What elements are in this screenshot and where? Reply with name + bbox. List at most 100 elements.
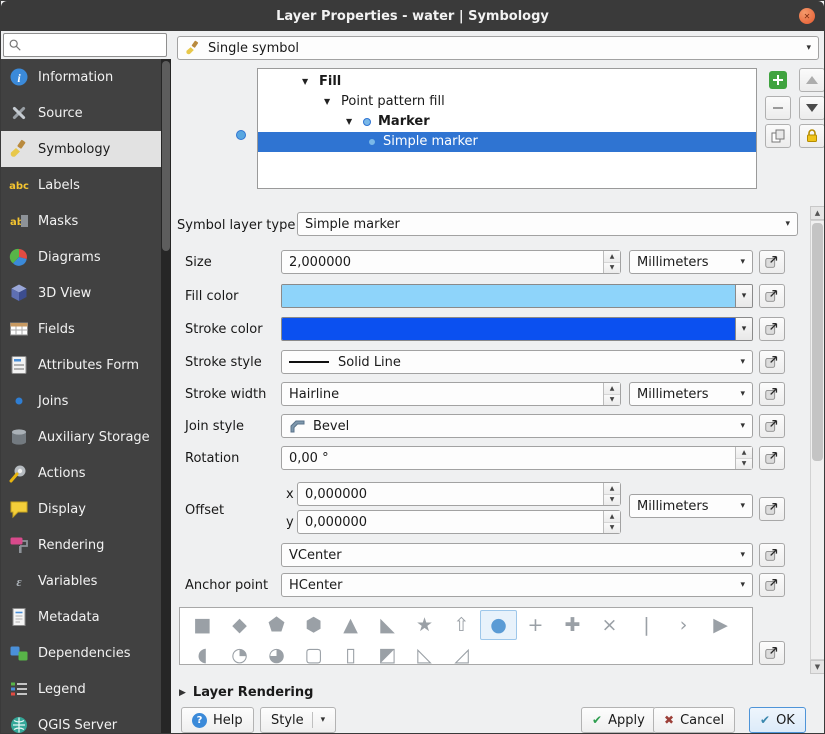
shape-diamond[interactable]: ◆ [221, 610, 258, 640]
spin-up-icon[interactable]: ▲ [604, 383, 620, 395]
remove-symbol-layer-button[interactable] [765, 96, 791, 120]
stroke-color-button[interactable]: ▾ [281, 317, 753, 341]
sidebar-item-dependencies[interactable]: Dependencies [1, 635, 161, 671]
anchor-vertical-data-defined-button[interactable] [759, 543, 785, 567]
shape-circle[interactable]: ● [480, 610, 517, 640]
sidebar-item-actions[interactable]: Actions [1, 455, 161, 491]
shape-line[interactable]: | [628, 610, 665, 640]
rotation-spinner[interactable]: ▲ ▼ [735, 447, 752, 469]
offset-data-defined-button[interactable] [759, 497, 785, 521]
move-up-button[interactable] [799, 68, 824, 92]
shape-filled-arrowhead[interactable]: ▶ [702, 610, 739, 640]
shape-star[interactable]: ★ [406, 610, 443, 640]
fill-color-data-defined-button[interactable] [759, 284, 785, 308]
sidebar-item-display[interactable]: Display [1, 491, 161, 527]
tree-item-point-pattern-fill[interactable]: ▼ Point pattern fill [258, 92, 756, 112]
chevron-down-icon[interactable]: ▾ [321, 715, 326, 725]
sidebar-item-labels[interactable]: abc Labels [1, 167, 161, 203]
sidebar-item-metadata[interactable]: Metadata [1, 599, 161, 635]
shape-cross-fill[interactable]: ✚ [554, 610, 591, 640]
cancel-button[interactable]: ✖ Cancel [653, 707, 736, 733]
sidebar-item-3d-view[interactable]: 3D View [1, 275, 161, 311]
ok-button[interactable]: ✔ OK [749, 707, 806, 733]
expander-icon[interactable]: ▼ [346, 117, 352, 126]
size-input[interactable]: 2,000000 ▲ ▼ [281, 250, 621, 274]
close-button[interactable]: ✕ [799, 8, 815, 24]
tree-item-fill[interactable]: ▼ Fill [258, 72, 756, 92]
shape-cross2[interactable]: × [591, 610, 628, 640]
sidebar-item-source[interactable]: Source [1, 95, 161, 131]
shapes-data-defined-button[interactable] [759, 641, 785, 665]
shape-half-square[interactable]: ▯ [332, 640, 369, 664]
sidebar-item-joins[interactable]: Joins [1, 383, 161, 419]
size-data-defined-button[interactable] [759, 250, 785, 274]
spin-up-icon[interactable]: ▲ [604, 483, 620, 495]
chevron-down-icon[interactable]: ▾ [735, 318, 752, 340]
sidebar-item-information[interactable]: i Information [1, 59, 161, 95]
shape-cross[interactable]: + [517, 610, 554, 640]
lock-colors-button[interactable] [799, 124, 824, 148]
sidebar-item-rendering[interactable]: Rendering [1, 527, 161, 563]
offset-unit-select[interactable]: Millimeters ▾ [629, 494, 753, 518]
search-box[interactable] [3, 33, 167, 57]
tree-item-marker[interactable]: ▼ Marker [258, 112, 756, 132]
scroll-up-button[interactable]: ▲ [810, 206, 824, 220]
sidebar-item-auxiliary-storage[interactable]: Auxiliary Storage [1, 419, 161, 455]
offset-y-spinner[interactable]: ▲ ▼ [603, 511, 620, 533]
spin-up-icon[interactable]: ▲ [604, 511, 620, 523]
sidebar-search-input[interactable] [22, 36, 162, 54]
shape-triangle[interactable]: ▲ [332, 610, 369, 640]
sidebar-item-attributes-form[interactable]: Attributes Form [1, 347, 161, 383]
style-button[interactable]: Style ▾ [260, 707, 337, 733]
shape-left-half-triangle[interactable]: ◿ [443, 640, 480, 664]
sidebar-scrollbar-thumb[interactable] [162, 61, 170, 251]
sidebar-item-symbology[interactable]: Symbology [1, 131, 161, 167]
stroke-width-input[interactable]: Hairline ▲ ▼ [281, 382, 621, 406]
shape-right-half-triangle[interactable]: ◺ [406, 640, 443, 664]
stroke-width-spinner[interactable]: ▲ ▼ [603, 383, 620, 405]
spin-up-icon[interactable]: ▲ [736, 447, 752, 459]
rotation-data-defined-button[interactable] [759, 446, 785, 470]
spin-down-icon[interactable]: ▼ [604, 494, 620, 505]
shape-hexagon[interactable]: ⬢ [295, 610, 332, 640]
sidebar-item-diagrams[interactable]: Diagrams [1, 239, 161, 275]
size-spinner[interactable]: ▲ ▼ [603, 251, 620, 273]
shape-third-circle[interactable]: ◔ [221, 640, 258, 664]
shape-arrowhead[interactable]: › [665, 610, 702, 640]
anchor-vertical-select[interactable]: VCenter ▾ [281, 543, 753, 567]
stroke-style-data-defined-button[interactable] [759, 350, 785, 374]
symbol-type-select[interactable]: Single symbol ▾ [177, 36, 819, 60]
shape-arrow[interactable]: ⇧ [443, 610, 480, 640]
properties-scrollbar[interactable]: ▲ ▼ [810, 206, 824, 674]
join-style-select[interactable]: Bevel ▾ [281, 414, 753, 438]
add-symbol-layer-button[interactable] [765, 68, 791, 92]
sidebar-item-masks[interactable]: ab Masks [1, 203, 161, 239]
scrollbar-thumb[interactable] [812, 223, 823, 461]
shape-square[interactable]: ■ [184, 610, 221, 640]
sidebar-item-legend[interactable]: Legend [1, 671, 161, 707]
spin-down-icon[interactable]: ▼ [736, 458, 752, 469]
expander-icon[interactable]: ▼ [302, 77, 308, 86]
sidebar-item-qgis-server[interactable]: QGIS Server [1, 707, 161, 733]
layer-rendering-section[interactable]: ▶ Layer Rendering [179, 685, 313, 700]
offset-x-input[interactable]: 0,000000 ▲ ▼ [297, 482, 621, 506]
move-down-button[interactable] [799, 96, 824, 120]
symbol-layer-type-select[interactable]: Simple marker ▾ [297, 212, 798, 236]
tree-item-simple-marker[interactable]: Simple marker [258, 132, 756, 152]
anchor-horizontal-select[interactable]: HCenter ▾ [281, 573, 753, 597]
shape-quarter-square[interactable]: ▢ [295, 640, 332, 664]
join-style-data-defined-button[interactable] [759, 414, 785, 438]
spin-down-icon[interactable]: ▼ [604, 262, 620, 273]
offset-y-input[interactable]: 0,000000 ▲ ▼ [297, 510, 621, 534]
expander-icon[interactable]: ▼ [324, 97, 330, 106]
size-unit-select[interactable]: Millimeters ▾ [629, 250, 753, 274]
stroke-width-unit-select[interactable]: Millimeters ▾ [629, 382, 753, 406]
shape-equilateral-triangle[interactable]: ◣ [369, 610, 406, 640]
shape-diagonal-half-square[interactable]: ◩ [369, 640, 406, 664]
scrollbar-track[interactable] [810, 220, 824, 660]
shape-semi-circle[interactable]: ◖ [184, 640, 221, 664]
fill-color-button[interactable]: ▾ [281, 284, 753, 308]
stroke-color-data-defined-button[interactable] [759, 317, 785, 341]
sidebar-scrollbar[interactable] [161, 59, 171, 733]
stroke-width-data-defined-button[interactable] [759, 382, 785, 406]
